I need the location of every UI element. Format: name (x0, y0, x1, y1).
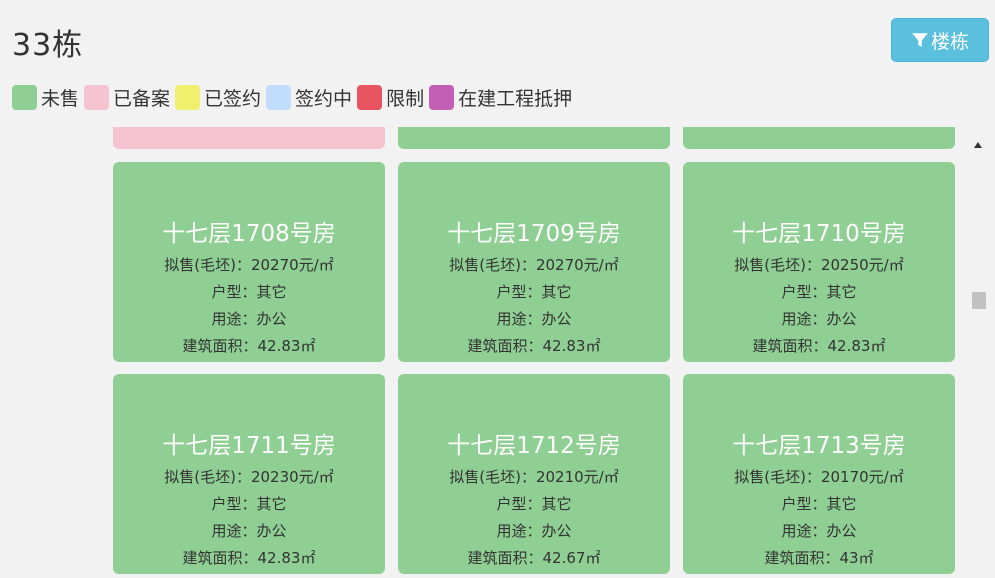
legend-item-filed: 已备案 (84, 84, 170, 111)
room-area: 建筑面积：42.67㎡ (467, 549, 601, 567)
room-type: 户型：其它 (496, 283, 572, 301)
legend-label: 已备案 (113, 87, 171, 110)
scroll-thumb[interactable] (972, 292, 986, 309)
room-card[interactable]: 十七层1712号房 拟售(毛坯)：20210元/㎡ 户型：其它 用途：办公 建筑… (398, 374, 670, 574)
building-filter-label: 楼栋 (930, 30, 969, 53)
room-card[interactable]: 十七层1713号房 拟售(毛坯)：20170元/㎡ 户型：其它 用途：办公 建筑… (683, 374, 955, 574)
legend-item-signing: 签约中 (266, 84, 352, 111)
room-area: 建筑面积：42.83㎡ (182, 549, 316, 567)
legend-label: 签约中 (295, 87, 353, 110)
room-number: 十七层1710号房 (732, 221, 906, 247)
room-type: 户型：其它 (496, 495, 572, 513)
room-card-partial[interactable] (398, 127, 670, 149)
room-use: 用途：办公 (496, 522, 572, 540)
room-card-partial[interactable] (113, 127, 385, 149)
filter-icon (912, 33, 928, 47)
room-area: 建筑面积：42.83㎡ (182, 337, 316, 355)
legend-label: 已签约 (204, 87, 262, 110)
room-price: 拟售(毛坯)：20170元/㎡ (734, 468, 904, 486)
vertical-scrollbar[interactable] (970, 140, 988, 578)
room-area: 建筑面积：42.83㎡ (752, 337, 886, 355)
room-use: 用途：办公 (211, 522, 287, 540)
room-card[interactable]: 十七层1709号房 拟售(毛坯)：20270元/㎡ 户型：其它 用途：办公 建筑… (398, 162, 670, 362)
room-card[interactable]: 十七层1708号房 拟售(毛坯)：20270元/㎡ 户型：其它 用途：办公 建筑… (113, 162, 385, 362)
legend-label: 未售 (41, 87, 80, 110)
legend-item-mortgaged: 在建工程抵押 (429, 84, 572, 111)
room-price: 拟售(毛坯)：20270元/㎡ (164, 256, 334, 274)
legend-swatch (429, 84, 455, 110)
room-card[interactable]: 十七层1710号房 拟售(毛坯)：20250元/㎡ 户型：其它 用途：办公 建筑… (683, 162, 955, 362)
room-price: 拟售(毛坯)：20210元/㎡ (449, 468, 619, 486)
legend-label: 在建工程抵押 (458, 87, 573, 110)
room-area: 建筑面积：42.83㎡ (467, 337, 601, 355)
legend-swatch (357, 84, 383, 110)
room-use: 用途：办公 (211, 310, 287, 328)
building-filter-button[interactable]: 楼栋 (891, 18, 989, 62)
page-title: 33栋 (12, 28, 84, 63)
scroll-up-arrow-icon[interactable] (974, 142, 982, 148)
room-type: 户型：其它 (211, 495, 287, 513)
legend-swatch (84, 84, 110, 110)
room-use: 用途：办公 (781, 310, 857, 328)
room-number: 十七层1712号房 (447, 433, 621, 459)
room-card-partial[interactable] (683, 127, 955, 149)
room-number: 十七层1708号房 (162, 221, 336, 247)
legend-swatch (175, 84, 201, 110)
room-use: 用途：办公 (496, 310, 572, 328)
legend-swatch (12, 84, 37, 110)
room-area: 建筑面积：43㎡ (764, 549, 874, 567)
legend-item-signed: 已签约 (175, 84, 261, 111)
room-type: 户型：其它 (211, 283, 287, 301)
room-use: 用途：办公 (781, 522, 857, 540)
room-number: 十七层1709号房 (447, 221, 621, 247)
legend-label: 限制 (386, 87, 425, 110)
room-card[interactable]: 十七层1711号房 拟售(毛坯)：20230元/㎡ 户型：其它 用途：办公 建筑… (113, 374, 385, 574)
room-type: 户型：其它 (781, 283, 857, 301)
room-type: 户型：其它 (781, 495, 857, 513)
legend-swatch (266, 84, 292, 110)
room-number: 十七层1713号房 (732, 433, 906, 459)
status-legend: 未售 已备案 已签约 签约中 限制 在建工程抵押 (12, 83, 577, 111)
room-number: 十七层1711号房 (162, 433, 336, 459)
legend-item-restricted: 限制 (357, 84, 424, 111)
room-price: 拟售(毛坯)：20250元/㎡ (734, 256, 904, 274)
legend-item-unsold: 未售 (12, 84, 79, 111)
room-price: 拟售(毛坯)：20270元/㎡ (449, 256, 619, 274)
room-grid[interactable]: 十七层1708号房 拟售(毛坯)：20270元/㎡ 户型：其它 用途：办公 建筑… (0, 127, 995, 578)
room-price: 拟售(毛坯)：20230元/㎡ (164, 468, 334, 486)
